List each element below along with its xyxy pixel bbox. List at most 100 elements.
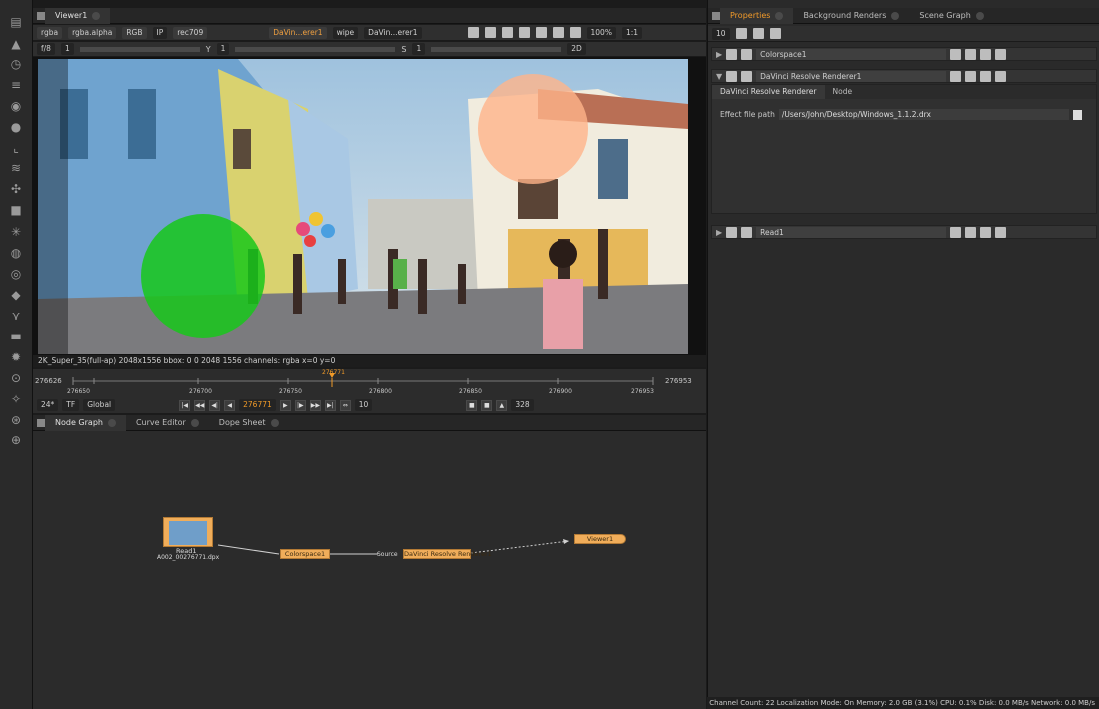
close-icon[interactable] <box>190 418 199 427</box>
ratio-select[interactable]: 1:1 <box>621 26 643 39</box>
display-icon[interactable] <box>518 27 530 38</box>
tag-icon[interactable]: ◆ <box>8 287 24 303</box>
file-browse-icon[interactable] <box>1072 109 1082 120</box>
view-mode-select[interactable]: 2D <box>567 43 586 55</box>
close-icon[interactable] <box>975 11 984 20</box>
saturation-slider[interactable] <box>431 46 562 52</box>
tab-background-renders[interactable]: Background Renders <box>793 8 909 24</box>
fstop-value[interactable]: f/8 <box>37 43 55 55</box>
window-icon[interactable] <box>484 27 496 38</box>
layers-icon[interactable]: ≋ <box>8 160 24 176</box>
timeline[interactable]: 276626 276953 276771 276650 276700 27675… <box>33 369 706 397</box>
tf-select[interactable]: TF <box>62 399 80 411</box>
collapse-arrow-icon[interactable]: ▼ <box>716 72 722 81</box>
node-color-icon[interactable] <box>726 226 738 238</box>
viewer-node[interactable]: Viewer1 <box>574 534 626 544</box>
deep-icon[interactable]: ◍ <box>8 245 24 261</box>
loop-icon[interactable]: ■ <box>466 399 478 411</box>
circle-icon[interactable]: ● <box>8 119 24 135</box>
close-icon[interactable] <box>107 418 116 427</box>
close-icon[interactable] <box>891 11 900 20</box>
frame-step[interactable]: 1 <box>60 43 74 55</box>
redo-icon[interactable] <box>965 48 977 60</box>
expand-arrow-icon[interactable]: ▶ <box>716 228 722 237</box>
resolve-panel-header[interactable]: ▼ DaVinci Resolve Renderer1 <box>711 69 1097 83</box>
step-back-icon[interactable]: ◀| <box>209 399 221 411</box>
record-icon[interactable]: ■ <box>481 399 493 411</box>
tab-node-graph[interactable]: Node Graph <box>45 414 126 431</box>
ip-button[interactable]: IP <box>152 26 168 39</box>
read-node[interactable] <box>163 517 213 547</box>
read-panel-header[interactable]: ▶ Read1 <box>711 225 1097 239</box>
tab-dope-sheet[interactable]: Dope Sheet <box>209 415 289 431</box>
resolve-panel-name[interactable]: DaVinci Resolve Renderer1 <box>756 70 947 82</box>
node-color-icon[interactable] <box>726 48 738 60</box>
gear-icon[interactable]: ✹ <box>8 349 24 365</box>
close-icon[interactable] <box>775 11 784 20</box>
bounce-icon[interactable]: ⇔ <box>339 399 351 411</box>
float-icon[interactable] <box>741 70 753 82</box>
next-keyframe-icon[interactable]: ▶▶ <box>309 399 321 411</box>
tab-curve-editor[interactable]: Curve Editor <box>126 415 209 431</box>
particles-icon[interactable]: ✳ <box>8 224 24 240</box>
expand-arrow-icon[interactable]: ▶ <box>716 50 722 59</box>
read-panel-name[interactable]: Read1 <box>756 226 947 238</box>
merge-icon[interactable]: ▬ <box>8 328 24 344</box>
tab-properties[interactable]: Properties <box>720 7 794 24</box>
subtab-resolve[interactable]: DaVinci Resolve Renderer <box>712 85 825 99</box>
play-backward-icon[interactable]: ◀ <box>224 399 236 411</box>
channels-select[interactable]: rgba <box>37 26 63 39</box>
prev-keyframe-icon[interactable]: ◀◀ <box>194 399 206 411</box>
clear-panels-icon[interactable] <box>752 28 764 39</box>
eye-icon[interactable]: ◎ <box>8 266 24 282</box>
plugin-icon[interactable]: ✧ <box>8 391 24 407</box>
color-wheel-icon[interactable]: ◉ <box>8 98 24 114</box>
globe-icon[interactable]: ⊕ <box>8 432 24 448</box>
other-icon[interactable]: ⊙ <box>8 370 24 386</box>
undo-icon[interactable] <box>950 48 962 60</box>
furnace-icon[interactable]: ⊛ <box>8 412 24 428</box>
resolve-renderer-node[interactable]: DaVinci Resolve Renderer1 <box>403 549 492 559</box>
play-forward-icon[interactable]: ▶ <box>279 399 291 411</box>
tab-menu-icon[interactable] <box>712 11 720 20</box>
rgb-select[interactable]: RGB <box>122 26 147 39</box>
gain-slider[interactable] <box>79 46 200 52</box>
overlay-icon[interactable] <box>535 27 547 38</box>
max-panels-field[interactable]: 10 <box>712 27 730 40</box>
cube-icon[interactable]: ■ <box>8 202 24 218</box>
close-icon[interactable] <box>270 418 279 427</box>
colorspace-node[interactable]: Colorspace1 <box>280 549 330 559</box>
tab-scene-graph[interactable]: Scene Graph <box>909 8 993 24</box>
curve-icon[interactable]: ⌞ <box>8 140 24 156</box>
effect-path-input[interactable]: /Users/John/Desktop/Windows_1.1.2.drx <box>778 109 1069 120</box>
gamma-value[interactable]: 1 <box>216 43 230 55</box>
float-icon[interactable] <box>741 226 753 238</box>
pencil-icon[interactable] <box>769 28 781 39</box>
input-b-select[interactable]: DaVin...erer1 <box>364 26 422 39</box>
step-forward-icon[interactable]: |▶ <box>294 399 306 411</box>
close-panel-icon[interactable] <box>995 48 1007 60</box>
refresh-icon[interactable] <box>552 27 564 38</box>
close-icon[interactable] <box>92 11 101 20</box>
wipe-select[interactable]: wipe <box>332 26 359 39</box>
lut-select[interactable]: rec709 <box>173 26 208 39</box>
lock-icon[interactable]: ▲ <box>496 399 508 411</box>
zebra-icon[interactable] <box>501 27 513 38</box>
undo-icon[interactable] <box>950 226 962 238</box>
saturation-value[interactable]: 1 <box>412 43 426 55</box>
colorspace-panel-name[interactable]: Colorspace1 <box>756 48 947 60</box>
keyer-icon[interactable]: ⋎ <box>8 308 24 324</box>
timeline-start[interactable]: 276626 <box>35 377 62 385</box>
transform-icon[interactable]: ▲ <box>8 36 24 52</box>
lock-icon[interactable] <box>735 28 747 39</box>
zoom-select[interactable]: 100% <box>586 26 616 39</box>
tab-menu-icon[interactable] <box>37 11 45 20</box>
subtab-node[interactable]: Node <box>825 85 861 99</box>
last-frame-icon[interactable]: ▶| <box>324 399 336 411</box>
node-color-icon[interactable] <box>726 70 738 82</box>
gamma-slider[interactable] <box>235 46 396 52</box>
close-panel-icon[interactable] <box>995 70 1007 82</box>
tab-viewer[interactable]: Viewer1 <box>45 7 111 24</box>
help-icon[interactable] <box>980 226 992 238</box>
input-a-select[interactable]: DaVin...erer1 <box>269 26 327 39</box>
